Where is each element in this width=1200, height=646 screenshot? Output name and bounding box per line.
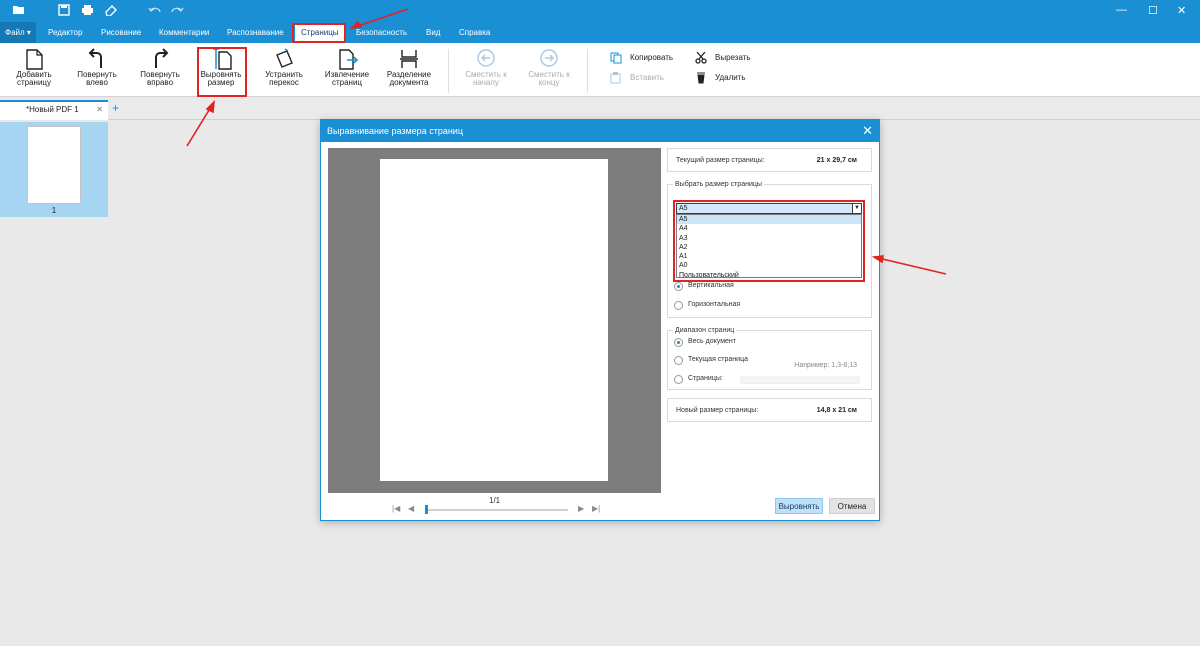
cut-button[interactable]: Вырезать xyxy=(694,51,751,64)
menu-editor[interactable]: Редактор xyxy=(42,22,88,43)
page-slider-handle[interactable] xyxy=(425,505,428,514)
arrow-left-circle-icon xyxy=(457,47,515,71)
arrow-right-circle-icon xyxy=(520,47,578,71)
chevron-down-icon: ▾ xyxy=(26,28,31,37)
page-slider[interactable] xyxy=(426,509,568,511)
add-tab-icon[interactable]: + xyxy=(112,102,119,114)
new-size-label: Новый размер страницы: xyxy=(676,407,759,414)
align-size-dialog: Выравнивание размера страниц ✕ 1/1 |◀ ◀ … xyxy=(320,119,880,521)
page-thumbnail[interactable]: 1 xyxy=(0,122,108,217)
copy-icon xyxy=(609,52,623,64)
dropdown-highlight xyxy=(673,200,865,282)
menu-security[interactable]: Безопасность xyxy=(350,22,413,43)
document-tabs: *Новый PDF 1 ✕ + xyxy=(0,98,1200,120)
range-hint: Например: 1,3-8,13 xyxy=(794,362,857,369)
first-page-icon[interactable]: |◀ xyxy=(392,504,400,513)
page-range-box: Диапазон страниц Весь документ Текущая с… xyxy=(667,327,872,390)
range-pages-label: Страницы: xyxy=(688,375,723,382)
page-range-label: Диапазон страниц xyxy=(673,327,737,334)
minimize-icon[interactable]: — xyxy=(1116,4,1127,16)
pages-menu-highlight xyxy=(292,23,346,43)
copy-button[interactable]: Копировать xyxy=(609,52,673,64)
menu-recognition[interactable]: Распознавание xyxy=(221,22,290,43)
range-all-radio[interactable] xyxy=(674,338,683,347)
current-size-box: Текущий размер страницы: 21 x 29,7 см xyxy=(667,148,872,172)
rotate-left-button[interactable]: Повернуть влево xyxy=(68,47,126,87)
scissors-icon xyxy=(694,51,708,64)
extract-pages-icon xyxy=(318,47,376,71)
range-current-label: Текущая страница xyxy=(688,356,748,363)
new-size-box: Новый размер страницы: 14,8 x 21 см xyxy=(667,398,872,422)
trash-icon xyxy=(694,72,708,84)
close-icon[interactable]: ✕ xyxy=(862,120,873,142)
undo-icon[interactable] xyxy=(148,4,162,19)
new-size-value: 14,8 x 21 см xyxy=(816,407,857,414)
thumbnail-page xyxy=(27,126,81,204)
rotate-right-button[interactable]: Повернуть вправо xyxy=(131,47,189,87)
orientation-vertical-radio[interactable] xyxy=(674,282,683,291)
move-to-end-button[interactable]: Сместить к концу xyxy=(520,47,578,87)
menu-file[interactable]: Файл ▾ xyxy=(0,22,36,43)
document-tab[interactable]: *Новый PDF 1 ✕ xyxy=(0,100,108,120)
ribbon-separator xyxy=(448,49,449,93)
orientation-horizontal-radio[interactable] xyxy=(674,301,683,310)
range-pages-radio[interactable] xyxy=(674,375,683,384)
menu-help[interactable]: Справка xyxy=(453,22,496,43)
orientation-horizontal-label: Горизонтальная xyxy=(688,301,741,308)
add-page-icon xyxy=(5,47,63,71)
fix-skew-icon xyxy=(255,47,313,71)
add-page-button[interactable]: Добавить страницу xyxy=(5,47,63,87)
pages-input[interactable] xyxy=(740,376,860,384)
align-size-highlight xyxy=(197,47,247,97)
split-document-icon xyxy=(380,47,438,71)
close-window-icon[interactable]: ✕ xyxy=(1177,4,1186,17)
ribbon-separator xyxy=(587,49,588,93)
move-to-start-button[interactable]: Сместить к началу xyxy=(457,47,515,87)
page-preview xyxy=(328,148,661,493)
current-size-value: 21 x 29,7 см xyxy=(816,157,857,164)
arrow-to-dropdown xyxy=(873,256,947,275)
menu-drawing[interactable]: Рисование xyxy=(95,22,147,43)
open-folder-icon[interactable] xyxy=(12,4,26,19)
range-all-label: Весь документ xyxy=(688,338,736,345)
next-page-icon[interactable]: ▶ xyxy=(578,504,584,513)
apply-button[interactable]: Выровнять xyxy=(775,498,823,514)
ribbon-toolbar: Добавить страницу Повернуть влево Поверн… xyxy=(0,43,1200,97)
menu-comments[interactable]: Комментарии xyxy=(153,22,215,43)
rotate-left-icon xyxy=(68,47,126,71)
split-document-button[interactable]: Разделение документа xyxy=(380,47,438,87)
last-page-icon[interactable]: ▶| xyxy=(592,504,600,513)
preview-page xyxy=(380,159,608,481)
print-icon[interactable] xyxy=(81,4,94,19)
paste-icon xyxy=(609,72,623,84)
delete-button[interactable]: Удалить xyxy=(694,72,746,84)
thumbnail-page-number: 1 xyxy=(51,206,57,215)
prev-page-icon[interactable]: ◀ xyxy=(408,504,414,513)
fix-skew-button[interactable]: Устранить перекос xyxy=(255,47,313,87)
rotate-right-icon xyxy=(131,47,189,71)
extract-pages-button[interactable]: Извлечение страниц xyxy=(318,47,376,87)
redo-icon[interactable] xyxy=(170,4,184,19)
close-tab-icon[interactable]: ✕ xyxy=(96,102,103,118)
menu-view[interactable]: Вид xyxy=(420,22,446,43)
maximize-icon[interactable]: ☐ xyxy=(1148,4,1158,17)
cancel-button[interactable]: Отмена xyxy=(829,498,875,514)
dialog-title: Выравнивание размера страниц ✕ xyxy=(321,120,879,142)
paste-button[interactable]: Вставить xyxy=(609,72,664,84)
choose-size-label: Выбрать размер страницы xyxy=(673,181,764,188)
current-size-label: Текущий размер страницы: xyxy=(676,157,765,164)
menu-bar: Файл ▾ Редактор Рисование Комментарии Ра… xyxy=(0,22,1200,43)
title-bar: — ☐ ✕ xyxy=(0,0,1200,22)
orientation-vertical-label: Вертикальная xyxy=(688,282,734,289)
range-current-radio[interactable] xyxy=(674,356,683,365)
page-counter: 1/1 xyxy=(489,496,501,505)
save-icon[interactable] xyxy=(58,4,70,19)
eraser-icon[interactable] xyxy=(104,4,117,19)
